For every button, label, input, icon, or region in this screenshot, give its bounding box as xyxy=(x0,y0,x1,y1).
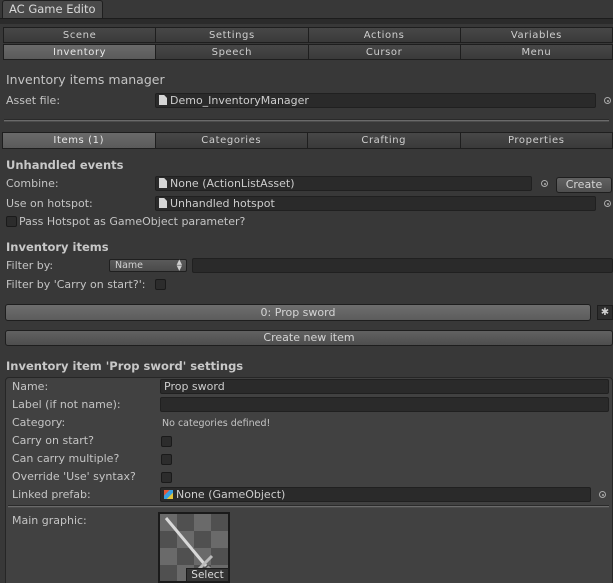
carry-multiple-checkbox[interactable] xyxy=(161,454,172,465)
asset-file-value: Demo_InventoryManager xyxy=(170,94,309,107)
alt-label-label: Label (if not name): xyxy=(12,398,121,411)
linked-prefab-field[interactable]: None (GameObject) xyxy=(160,487,591,502)
section-separator xyxy=(4,119,609,122)
sub-tab-properties[interactable]: Properties xyxy=(460,132,613,149)
carry-filter-label: Filter by 'Carry on start?': xyxy=(6,278,146,291)
main-tab-scene[interactable]: Scene xyxy=(3,27,157,43)
dropdown-arrows-icon: ▲ ▼ xyxy=(176,258,182,272)
hotspot-picker-icon[interactable] xyxy=(604,200,611,207)
combine-field[interactable]: None (ActionListAsset) xyxy=(155,176,532,191)
create-new-item-button[interactable]: Create new item xyxy=(5,330,613,346)
category-label: Category: xyxy=(12,416,66,429)
filter-by-label: Filter by: xyxy=(6,259,54,272)
graphic-select-button[interactable]: Select xyxy=(186,568,229,582)
asset-document-icon xyxy=(159,95,167,105)
manager-title: Inventory items manager xyxy=(6,72,165,87)
inventory-items-heading: Inventory items xyxy=(6,240,109,254)
inventory-item-row[interactable]: 0: Prop sword xyxy=(5,304,591,321)
main-tab-actions[interactable]: Actions xyxy=(308,27,461,43)
override-use-label: Override 'Use' syntax? xyxy=(12,470,136,483)
carry-multiple-label: Can carry multiple? xyxy=(12,452,120,465)
use-on-hotspot-field[interactable]: Unhandled hotspot xyxy=(155,196,596,211)
name-field[interactable]: Prop sword xyxy=(160,379,609,394)
use-on-hotspot-value: Unhandled hotspot xyxy=(170,197,275,210)
item-options-gear-icon[interactable]: ✱ xyxy=(597,305,613,320)
unhandled-events-heading: Unhandled events xyxy=(6,158,124,172)
name-label: Name: xyxy=(12,380,49,393)
main-tab-variables[interactable]: Variables xyxy=(460,27,613,43)
pass-hotspot-label: Pass Hotspot as GameObject parameter? xyxy=(19,215,246,228)
asset-file-field[interactable]: Demo_InventoryManager xyxy=(155,93,596,108)
linked-prefab-value: None (GameObject) xyxy=(176,488,286,501)
prefab-cube-icon xyxy=(164,490,173,499)
item-settings-heading: Inventory item 'Prop sword' settings xyxy=(6,359,244,373)
main-toolbar-row-1: Scene Settings Actions Variables xyxy=(3,27,613,43)
sub-tab-crafting[interactable]: Crafting xyxy=(308,132,461,149)
combine-document-icon xyxy=(159,178,167,188)
carry-on-start-label: Carry on start? xyxy=(12,434,94,447)
hotspot-document-icon xyxy=(159,198,167,208)
alt-label-field[interactable] xyxy=(160,397,609,412)
combine-value: None (ActionListAsset) xyxy=(170,177,295,190)
window-tab-strip xyxy=(0,18,613,24)
combine-label: Combine: xyxy=(6,177,59,190)
pass-hotspot-checkbox[interactable] xyxy=(6,216,17,227)
prefab-picker-icon[interactable] xyxy=(599,491,606,498)
create-button[interactable]: Create xyxy=(556,177,612,193)
main-tab-cursor[interactable]: Cursor xyxy=(308,44,461,60)
inventory-sub-tabs: Items (1) Categories Crafting Properties xyxy=(2,132,613,149)
filter-by-selected: Name xyxy=(115,260,144,271)
main-tab-speech[interactable]: Speech xyxy=(156,44,309,60)
filter-text-field[interactable] xyxy=(192,258,613,273)
linked-prefab-label: Linked prefab: xyxy=(12,488,91,501)
main-tab-settings[interactable]: Settings xyxy=(156,27,309,43)
filter-by-dropdown[interactable]: Name ▲ ▼ xyxy=(109,259,187,272)
sub-tab-categories[interactable]: Categories xyxy=(155,132,308,149)
sub-tab-items[interactable]: Items (1) xyxy=(2,132,156,149)
combine-picker-icon[interactable] xyxy=(541,180,548,187)
category-message: No categories defined! xyxy=(162,418,271,429)
main-tab-menu[interactable]: Menu xyxy=(460,44,613,60)
panel-separator xyxy=(8,505,609,508)
asset-file-label: Asset file: xyxy=(6,94,61,107)
main-tab-inventory[interactable]: Inventory xyxy=(3,44,157,60)
main-toolbar-row-2: Inventory Speech Cursor Menu xyxy=(3,44,613,60)
carry-filter-checkbox[interactable] xyxy=(155,279,166,290)
window-tab[interactable]: AC Game Edito xyxy=(2,0,103,18)
main-graphic-label: Main graphic: xyxy=(12,514,87,527)
carry-on-start-checkbox[interactable] xyxy=(161,436,172,447)
override-use-checkbox[interactable] xyxy=(161,472,172,483)
asset-picker-icon[interactable] xyxy=(604,97,611,104)
use-on-hotspot-label: Use on hotspot: xyxy=(6,197,93,210)
